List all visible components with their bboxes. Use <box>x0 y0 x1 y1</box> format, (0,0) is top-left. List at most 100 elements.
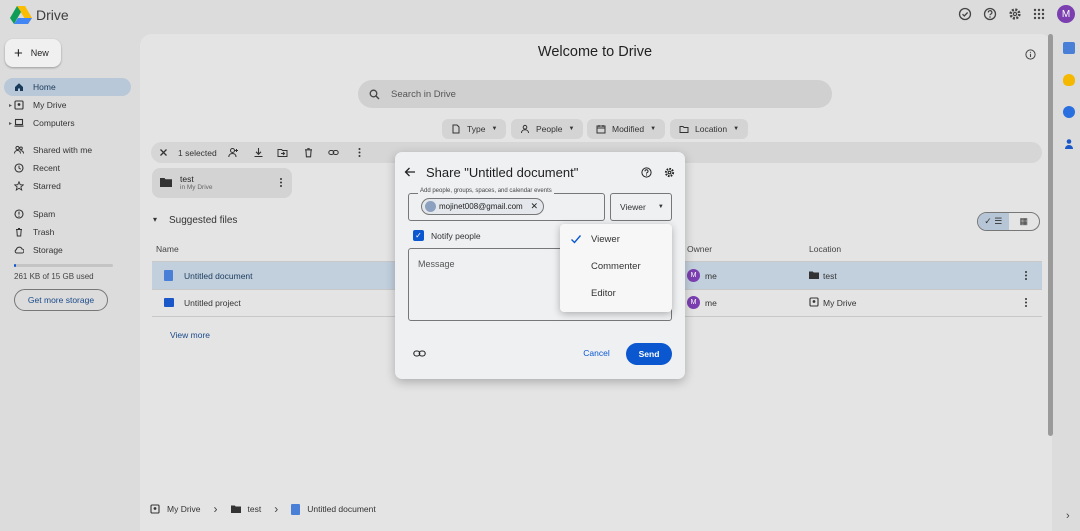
notify-people-label[interactable]: Notify people <box>431 231 481 241</box>
help-icon[interactable] <box>641 167 652 178</box>
storage-usage-text: 261 KB of 15 GB used <box>14 272 94 281</box>
share-settings-gear-icon[interactable] <box>664 167 675 178</box>
info-icon[interactable] <box>1025 49 1036 60</box>
google-doc-icon <box>291 503 301 515</box>
folder-more-icon[interactable] <box>278 177 284 188</box>
sidebar-item-spam[interactable]: Spam <box>4 205 131 223</box>
filter-people-chip[interactable]: People ▼ <box>511 119 584 139</box>
filter-modified-chip[interactable]: Modified ▼ <box>587 119 666 139</box>
add-people-label: Add people, groups, spaces, and calendar… <box>418 188 554 194</box>
column-header-location[interactable]: Location <box>809 244 841 254</box>
breadcrumb-item[interactable]: My Drive <box>167 504 201 514</box>
copy-link-icon[interactable] <box>413 348 426 359</box>
list-view-icon[interactable]: ✓ ☰ <box>978 213 1009 230</box>
role-select-value: Viewer <box>620 202 646 212</box>
breadcrumb-item[interactable]: test <box>248 504 262 514</box>
breadcrumb-item[interactable]: Untitled document <box>307 504 376 514</box>
file-name: Untitled document <box>184 271 253 281</box>
clear-selection-close-icon[interactable] <box>158 147 169 158</box>
new-button-label: New <box>30 48 49 58</box>
folder-location: in My Drive <box>180 184 213 191</box>
calendar-icon <box>596 124 606 134</box>
sidebar-item-recent[interactable]: Recent <box>4 159 131 177</box>
scrollbar[interactable] <box>1048 34 1053 436</box>
people-icon <box>520 124 530 134</box>
role-menu-item-commenter[interactable]: Commenter <box>560 253 672 279</box>
account-avatar[interactable]: M <box>1057 5 1075 23</box>
notify-people-checkbox[interactable]: ✓ <box>413 230 424 241</box>
send-button[interactable]: Send <box>626 343 672 365</box>
sidebar-item-label: Recent <box>33 163 60 173</box>
row-more-icon[interactable] <box>1023 270 1029 281</box>
download-icon[interactable] <box>253 147 264 158</box>
new-button[interactable]: + New <box>5 39 61 67</box>
storage-usage-bar <box>14 264 113 267</box>
suggested-files-title: Suggested files <box>169 215 238 226</box>
search-bar[interactable]: Search in Drive <box>358 80 832 108</box>
drive-logo-icon[interactable] <box>10 5 32 25</box>
menu-item-label: Editor <box>591 287 616 299</box>
sidebar-item-computers[interactable]: ▸ Computers <box>4 114 131 132</box>
owner-name: me <box>705 271 717 281</box>
copy-link-icon[interactable] <box>328 147 339 158</box>
column-header-owner[interactable]: Owner <box>687 244 712 254</box>
view-more-link[interactable]: View more <box>170 330 210 340</box>
offline-status-icon[interactable] <box>958 7 972 21</box>
filter-location-chip[interactable]: Location ▼ <box>670 119 749 139</box>
filter-label: Location <box>695 124 728 134</box>
shared-icon <box>14 145 24 155</box>
cancel-button[interactable]: Cancel <box>578 344 615 362</box>
expand-caret-icon[interactable]: ▸ <box>9 102 12 109</box>
help-icon[interactable] <box>983 7 997 21</box>
location-name: test <box>823 271 837 281</box>
row-more-icon[interactable] <box>1023 297 1029 308</box>
back-arrow-icon[interactable] <box>404 166 416 178</box>
sidebar-item-starred[interactable]: Starred <box>4 177 131 195</box>
search-input[interactable]: Search in Drive <box>391 89 456 100</box>
chevron-right-icon: › <box>213 502 218 516</box>
role-menu-item-editor[interactable]: Editor <box>560 280 672 306</box>
delete-trash-icon[interactable] <box>303 147 314 158</box>
folder-card[interactable] <box>152 168 292 198</box>
checkmark-icon <box>570 233 582 245</box>
apps-grid-icon[interactable] <box>1032 7 1046 21</box>
get-more-storage-button[interactable]: Get more storage <box>14 289 108 311</box>
menu-item-label: Commenter <box>591 260 641 272</box>
contacts-addon-icon[interactable] <box>1063 138 1075 150</box>
view-toggle[interactable]: ✓ ☰ ▦ <box>977 212 1040 231</box>
owner-avatar: M <box>687 269 700 282</box>
dropdown-arrow-icon: ▼ <box>733 126 740 132</box>
more-actions-icon[interactable] <box>354 147 365 158</box>
star-icon <box>14 181 24 191</box>
move-to-folder-icon[interactable] <box>277 147 288 158</box>
role-menu: Viewer Commenter Editor <box>560 224 672 312</box>
my-drive-icon <box>809 297 819 307</box>
grid-view-icon[interactable]: ▦ <box>1009 213 1040 230</box>
role-select[interactable]: Viewer ▼ <box>610 193 672 221</box>
sidebar-item-home[interactable]: Home <box>4 78 131 96</box>
filter-label: Type <box>467 124 486 134</box>
sidebar-item-storage[interactable]: Storage <box>4 241 131 259</box>
file-icon <box>451 124 461 134</box>
dropdown-arrow-icon: ▼ <box>568 126 575 132</box>
recipient-chip[interactable]: mojinet008@gmail.com ✕ <box>421 198 544 215</box>
settings-gear-icon[interactable] <box>1008 7 1022 21</box>
tasks-addon-icon[interactable] <box>1063 106 1075 118</box>
collapse-chevron-icon[interactable]: ▾ <box>153 215 157 224</box>
column-header-name[interactable]: Name <box>156 244 179 254</box>
owner-avatar: M <box>687 296 700 309</box>
sidebar-item-my-drive[interactable]: ▸ My Drive <box>4 96 131 114</box>
remove-recipient-close-icon[interactable]: ✕ <box>530 201 538 212</box>
role-menu-item-viewer[interactable]: Viewer <box>560 226 672 252</box>
sidebar-item-shared-with-me[interactable]: Shared with me <box>4 141 131 159</box>
calendar-addon-icon[interactable] <box>1063 42 1075 54</box>
keep-addon-icon[interactable] <box>1063 74 1075 86</box>
filter-type-chip[interactable]: Type ▼ <box>442 119 507 139</box>
folder-icon <box>160 177 172 187</box>
folder-icon <box>230 505 241 513</box>
my-drive-icon <box>14 100 24 110</box>
expand-caret-icon[interactable]: ▸ <box>9 120 12 127</box>
share-add-person-icon[interactable] <box>228 147 239 158</box>
expand-side-panel-icon[interactable]: › <box>1066 510 1070 522</box>
sidebar-item-trash[interactable]: Trash <box>4 223 131 241</box>
